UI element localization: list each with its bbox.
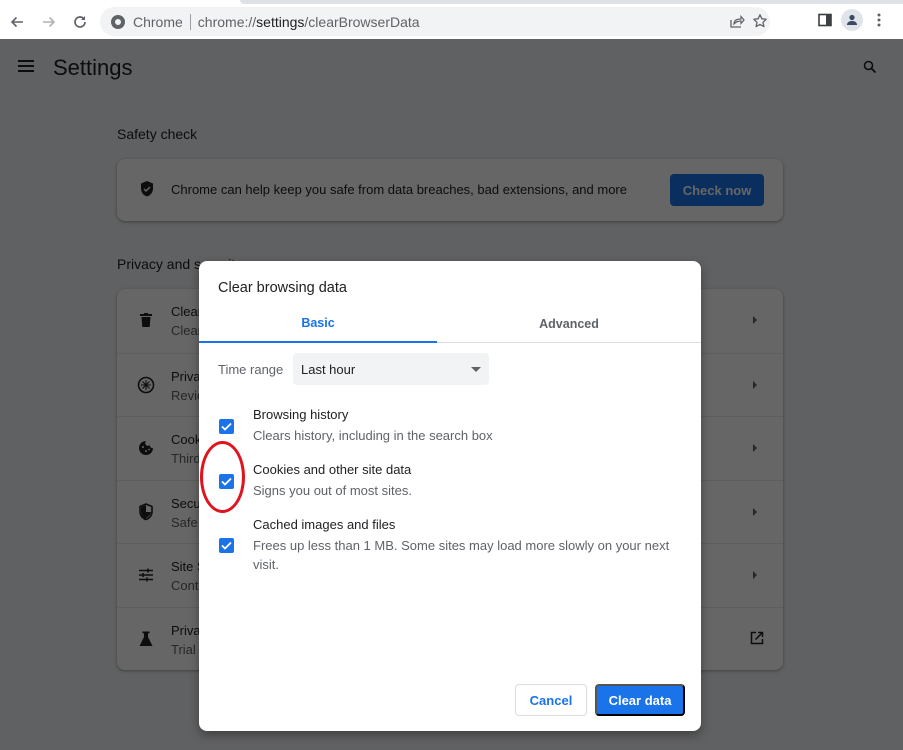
option-title: Cookies and other site data: [253, 462, 412, 477]
tab-basic[interactable]: Basic: [199, 305, 437, 343]
reload-icon: [74, 16, 86, 28]
url-path: /clearBrowserData: [304, 13, 420, 30]
annotation-circle: [200, 441, 245, 513]
reload-button[interactable]: [68, 10, 92, 34]
cancel-button[interactable]: Cancel: [515, 684, 587, 716]
omnibox-separator: [189, 13, 191, 30]
star-icon: [753, 14, 767, 28]
option-description: Frees up less than 1 MB. Some sites may …: [253, 538, 670, 572]
time-range-select[interactable]: Last hour: [293, 353, 489, 385]
browser-toolbar: Chrome chrome://settings/clearBrowserDat…: [0, 4, 903, 39]
cached-images-checkbox[interactable]: [219, 538, 234, 553]
time-range-label: Time range: [218, 362, 284, 377]
forward-button[interactable]: [37, 10, 61, 34]
browsing-history-checkbox[interactable]: [219, 419, 234, 434]
site-name: Chrome: [133, 13, 183, 30]
arrow-left-icon: [10, 16, 23, 28]
option-description: Clears history, including in the search …: [253, 428, 493, 443]
url-host: settings: [256, 13, 305, 30]
chrome-logo-icon: [111, 14, 125, 29]
dialog-tabs: Basic Advanced: [199, 305, 701, 343]
share-button[interactable]: [727, 11, 747, 31]
bookmark-button[interactable]: [750, 11, 770, 31]
time-range-value: Last hour: [301, 361, 356, 377]
share-icon: [730, 14, 745, 28]
dropdown-caret-icon: [471, 367, 481, 372]
url-prefix: chrome://: [197, 13, 257, 30]
arrow-right-icon: [43, 16, 56, 28]
clear-data-button[interactable]: Clear data: [595, 684, 685, 716]
tab-advanced[interactable]: Advanced: [437, 305, 701, 343]
address-bar[interactable]: Chrome chrome://settings/clearBrowserDat…: [100, 7, 770, 36]
person-icon: [847, 14, 857, 25]
checkmark-icon: [221, 422, 232, 431]
checkmark-icon: [221, 541, 232, 550]
url-text[interactable]: chrome://settings/clearBrowserData: [198, 14, 420, 30]
option-title: Browsing history: [253, 407, 349, 422]
option-title: Cached images and files: [253, 517, 396, 532]
dialog-title: Clear browsing data: [218, 280, 347, 296]
back-button[interactable]: [5, 10, 29, 34]
browser-menu-button[interactable]: [876, 12, 882, 28]
profile-button[interactable]: [841, 9, 863, 31]
three-dots-vertical-icon: [877, 13, 881, 27]
side-panel-button[interactable]: [817, 12, 833, 28]
option-description: Signs you out of most sites.: [253, 483, 412, 498]
side-panel-icon: [818, 13, 832, 27]
clear-browsing-data-dialog: Clear browsing data Basic Advanced Time …: [199, 261, 701, 731]
